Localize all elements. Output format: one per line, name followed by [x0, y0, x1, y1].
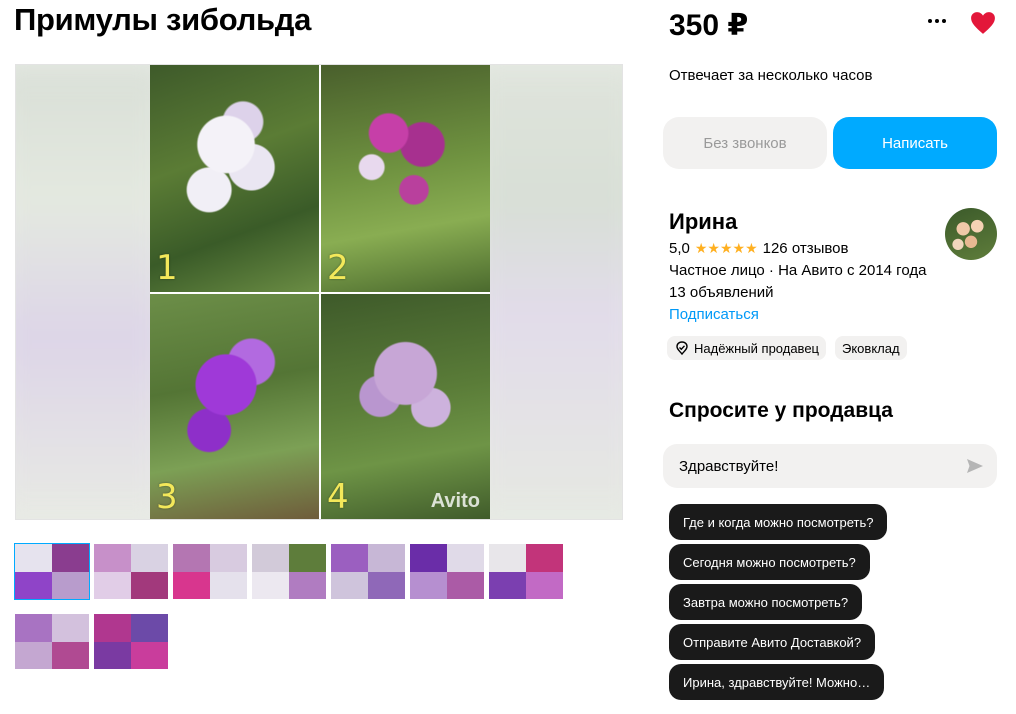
- message-input[interactable]: [663, 444, 997, 488]
- rating-stars-icon: ★★★★★: [694, 240, 758, 256]
- more-dots-icon[interactable]: [928, 14, 950, 28]
- suggested-question-chip[interactable]: Ирина, здравствуйте! Можно…: [669, 664, 885, 700]
- thumbnail[interactable]: [173, 544, 247, 599]
- thumbnail[interactable]: [489, 544, 563, 599]
- suggested-question-chip[interactable]: Сегодня можно посмотреть?: [669, 544, 870, 580]
- price: 350 ₽: [669, 9, 749, 42]
- photo-primula-magenta: 2: [321, 65, 490, 292]
- thumbnail[interactable]: [15, 614, 89, 669]
- thumbnail[interactable]: [94, 544, 168, 599]
- subscribe-link[interactable]: Подписаться: [669, 306, 759, 323]
- main-image-viewer[interactable]: 1 2 3 4 Avito: [15, 64, 623, 520]
- send-icon[interactable]: [966, 457, 984, 475]
- trusted-seller-label: Надёжный продавец: [694, 340, 819, 356]
- photo-number: 2: [327, 248, 349, 288]
- thumbnail[interactable]: [94, 614, 168, 669]
- thumbnail[interactable]: [252, 544, 326, 599]
- seller-name[interactable]: Ирина: [669, 209, 737, 235]
- photo-primula-purple: 3: [150, 294, 319, 519]
- ask-seller-title: Спросите у продавца: [669, 399, 893, 422]
- suggested-question-chip[interactable]: Завтра можно посмотреть?: [669, 584, 863, 620]
- write-message-button[interactable]: Написать: [833, 117, 997, 169]
- trusted-seller-badge[interactable]: Надёжный продавец: [667, 336, 826, 360]
- photo-collage[interactable]: 1 2 3 4 Avito: [150, 65, 490, 519]
- listing-title: Примулы зибольда: [14, 2, 312, 37]
- reviews-count[interactable]: 126 отзывов: [763, 240, 849, 257]
- heart-icon[interactable]: [970, 11, 996, 35]
- thumbnail[interactable]: [410, 544, 484, 599]
- seller-avatar[interactable]: [945, 208, 997, 260]
- suggested-question-chip[interactable]: Где и когда можно посмотреть?: [669, 504, 888, 540]
- thumbnail[interactable]: [14, 543, 90, 600]
- suggested-question-chip[interactable]: Отправите Авито Доставкой?: [669, 624, 876, 660]
- trusted-seller-icon: [676, 341, 688, 356]
- eco-contribution-label: Эковклад: [842, 340, 900, 356]
- photo-primula-lilac: 4 Avito: [321, 294, 490, 519]
- blurred-background-left: [16, 65, 166, 519]
- photo-number: 4: [327, 477, 349, 517]
- seller-info: Частное лицо · На Авито с 2014 года: [669, 262, 927, 279]
- seller-rating[interactable]: 5,0 ★★★★★ 126 отзывов: [669, 240, 848, 257]
- avito-watermark: Avito: [430, 490, 480, 512]
- eco-contribution-badge[interactable]: Эковклад: [835, 336, 907, 360]
- photo-primula-white: 1: [150, 65, 319, 292]
- seller-ads-count[interactable]: 13 объявлений: [669, 284, 774, 301]
- photo-number: 3: [156, 477, 178, 517]
- no-calls-button[interactable]: Без звонков: [663, 117, 827, 169]
- blurred-background-right: [472, 65, 622, 519]
- rating-value: 5,0: [669, 240, 690, 257]
- photo-number: 1: [156, 248, 178, 288]
- reply-time: Отвечает за несколько часов: [669, 67, 873, 84]
- thumbnail[interactable]: [331, 544, 405, 599]
